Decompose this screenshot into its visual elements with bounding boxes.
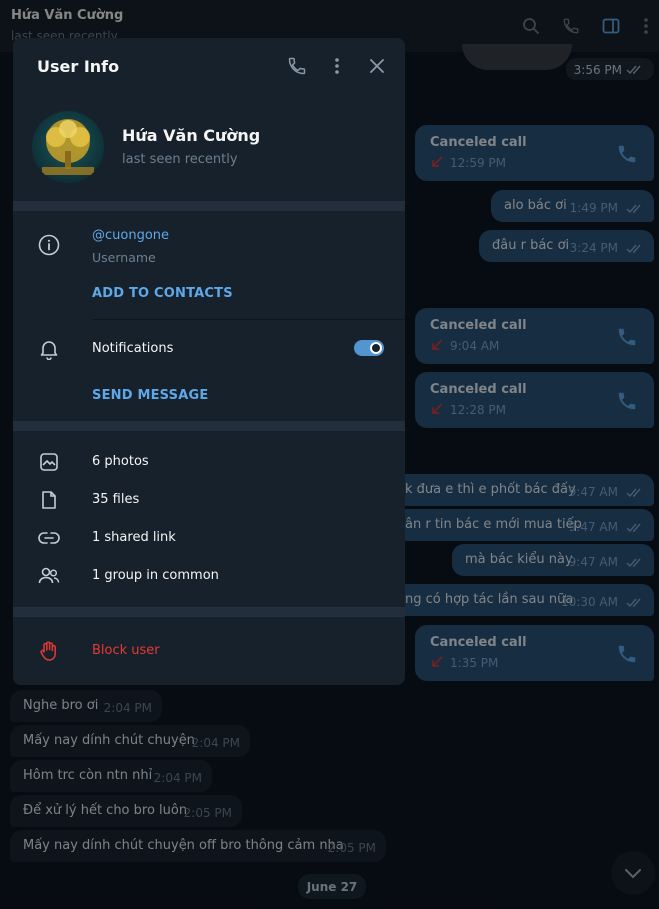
notifications-toggle[interactable]	[354, 340, 384, 356]
profile-status: last seen recently	[122, 152, 238, 167]
panel-title: User Info	[37, 57, 120, 76]
add-to-contacts-button[interactable]: ADD TO CONTACTS	[92, 286, 233, 301]
section-divider	[13, 201, 405, 211]
bell-icon	[37, 337, 61, 361]
block-hand-icon	[37, 639, 61, 663]
block-user-button[interactable]: Block user	[92, 643, 160, 658]
username-value[interactable]: @cuongone	[92, 228, 169, 243]
media-files[interactable]: 35 files	[92, 492, 139, 507]
username-label: Username	[92, 250, 156, 265]
notifications-label: Notifications	[92, 341, 174, 356]
close-icon[interactable]	[366, 55, 388, 77]
info-icon	[37, 233, 61, 257]
section-divider	[13, 421, 405, 431]
profile-name: Hứa Văn Cường	[122, 126, 261, 145]
send-message-button[interactable]: SEND MESSAGE	[92, 388, 208, 403]
more-menu-icon[interactable]	[326, 55, 348, 77]
photos-icon	[37, 450, 61, 474]
section-divider	[13, 607, 405, 617]
link-icon	[37, 526, 61, 550]
avatar[interactable]	[32, 111, 104, 183]
media-links[interactable]: 1 shared link	[92, 530, 176, 545]
file-icon	[37, 488, 61, 512]
media-groups[interactable]: 1 group in common	[92, 568, 219, 583]
separator	[92, 319, 405, 320]
phone-icon[interactable]	[286, 55, 308, 77]
media-photos[interactable]: 6 photos	[92, 454, 149, 469]
group-icon	[37, 564, 61, 588]
user-info-panel: User Info Hứa Văn Cường last seen recent…	[13, 38, 405, 685]
